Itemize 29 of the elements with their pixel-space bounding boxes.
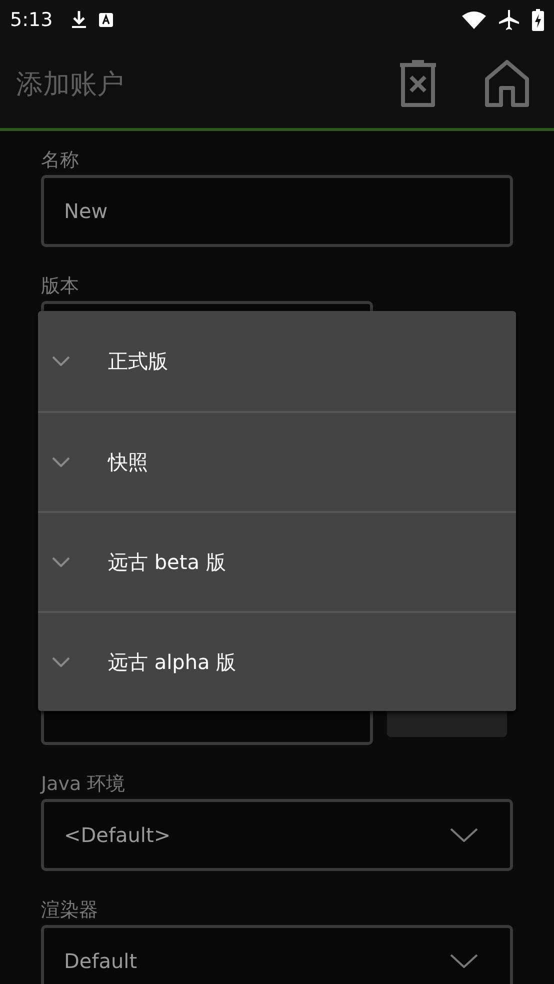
chevron-icon	[52, 356, 70, 366]
notification-icon	[98, 13, 113, 27]
menu-item[interactable]: 远古 alpha 版	[38, 611, 516, 711]
status-time: 5:13	[10, 9, 53, 31]
battery-icon	[532, 9, 544, 31]
field-label: 渲染器	[41, 898, 99, 923]
menu-item-label: 快照	[108, 448, 148, 476]
menu-item[interactable]: 远古 beta 版	[38, 511, 516, 611]
menu-item-label: 正式版	[108, 348, 168, 374]
home-icon[interactable]	[484, 59, 530, 109]
menu-item-label: 远古 beta 版	[108, 548, 226, 576]
renderer-dropdown[interactable]: Default	[41, 925, 513, 984]
menu-item[interactable]: 正式版	[38, 311, 516, 411]
field-label: 版本	[41, 274, 80, 299]
field-label: 名称	[41, 148, 80, 173]
airplane-icon	[498, 9, 520, 31]
page-title: 添加账户	[16, 68, 124, 102]
wifi-icon	[462, 11, 486, 29]
menu-item[interactable]: 快照	[38, 411, 516, 511]
chevron-icon	[450, 954, 478, 968]
menu-item-label: 远古 alpha 版	[108, 648, 236, 676]
chevron-icon	[450, 828, 478, 842]
chevron-icon	[52, 657, 70, 667]
java-dropdown[interactable]: <Default>	[41, 799, 513, 871]
chevron-icon	[52, 557, 70, 567]
chevron-icon	[52, 457, 70, 467]
download-icon	[70, 10, 87, 30]
field-label: Java 环境	[41, 772, 126, 797]
name-field[interactable]: New	[41, 175, 513, 247]
